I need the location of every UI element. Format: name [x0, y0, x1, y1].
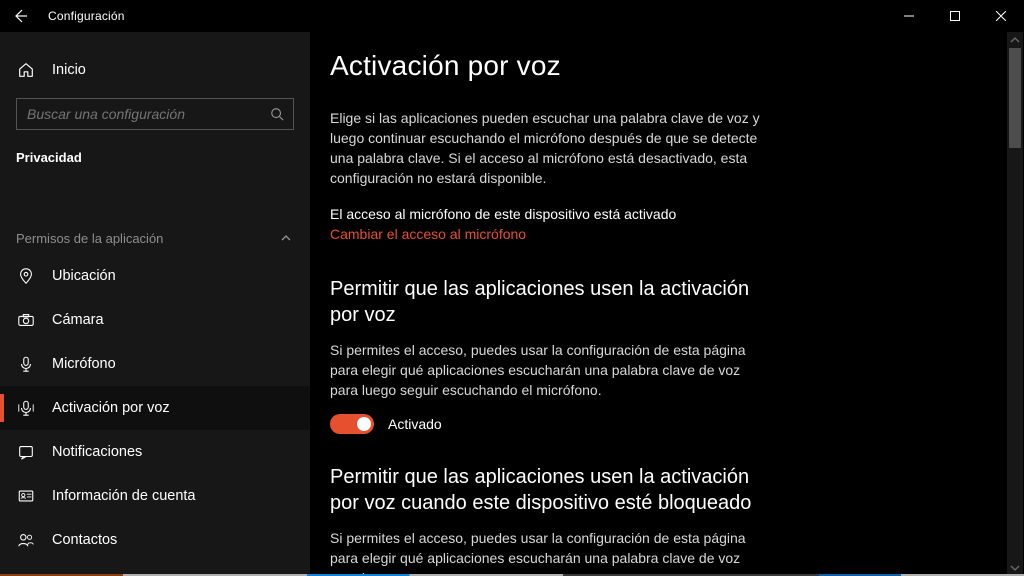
contacts-icon — [16, 530, 36, 550]
sidebar-item-label: Notificaciones — [52, 444, 142, 460]
settings-window: Configuración Inicio — [0, 0, 1024, 576]
search-icon — [269, 106, 285, 122]
close-icon — [996, 11, 1006, 21]
section-heading: Permitir que las aplicaciones usen la ac… — [330, 276, 770, 328]
sidebar-subsection[interactable]: Permisos de la aplicación — [0, 221, 310, 254]
sidebar-item-label: Ubicación — [52, 268, 116, 284]
chevron-up-icon — [280, 232, 294, 246]
sidebar-item-microfono[interactable]: Micrófono — [0, 342, 310, 386]
titlebar: Configuración — [0, 0, 1024, 32]
page-title: Activación por voz — [330, 50, 1024, 82]
minimize-icon — [904, 11, 914, 21]
toggle-state-label: Activado — [388, 416, 442, 432]
search-input[interactable] — [27, 106, 269, 122]
intro-text: Elige si las aplicaciones pueden escucha… — [330, 108, 760, 188]
home-label: Inicio — [52, 62, 86, 78]
close-button[interactable] — [978, 0, 1024, 32]
mic-status-text: El acceso al micrófono de este dispositi… — [330, 206, 1024, 222]
sidebar-subsection-label: Permisos de la aplicación — [16, 231, 163, 246]
back-button[interactable] — [10, 6, 30, 26]
microphone-icon — [16, 354, 36, 374]
section-allow-voice-activation: Permitir que las aplicaciones usen la ac… — [330, 276, 1024, 434]
chevron-up-icon — [1010, 35, 1020, 45]
sidebar-section-label: Privacidad — [0, 144, 310, 177]
toggle-knob — [357, 417, 371, 431]
sidebar-item-ubicacion[interactable]: Ubicación — [0, 254, 310, 298]
section-heading: Permitir que las aplicaciones usen la ac… — [330, 464, 770, 516]
window-title: Configuración — [48, 9, 125, 23]
sidebar-item-activacion-voz[interactable]: Activación por voz — [0, 386, 310, 430]
home-nav[interactable]: Inicio — [0, 52, 310, 92]
sidebar-item-label: Información de cuenta — [52, 488, 195, 504]
sidebar-item-contactos[interactable]: Contactos — [0, 518, 310, 562]
change-mic-access-link[interactable]: Cambiar el acceso al micrófono — [330, 226, 526, 242]
sidebar-item-info-cuenta[interactable]: Información de cuenta — [0, 474, 310, 518]
arrow-left-icon — [12, 8, 28, 24]
camera-icon — [16, 310, 36, 330]
sidebar-item-label: Micrófono — [52, 356, 116, 372]
maximize-button[interactable] — [932, 0, 978, 32]
sidebar-item-label: Activación por voz — [52, 400, 170, 416]
window-controls — [886, 0, 1024, 32]
sidebar-nav: Ubicación Cámara Micrófono — [0, 254, 310, 562]
content-scroll[interactable]: Activación por voz Elige si las aplicaci… — [310, 32, 1024, 576]
section-allow-voice-activation-locked: Permitir que las aplicaciones usen la ac… — [330, 464, 1024, 576]
scroll-thumb[interactable] — [1009, 48, 1021, 148]
location-icon — [16, 266, 36, 286]
sidebar-item-notificaciones[interactable]: Notificaciones — [0, 430, 310, 474]
sidebar-item-camara[interactable]: Cámara — [0, 298, 310, 342]
section-desc: Si permites el acceso, puedes usar la co… — [330, 340, 760, 400]
maximize-icon — [950, 11, 960, 21]
sidebar-item-label: Contactos — [52, 532, 117, 548]
voice-activation-icon — [16, 398, 36, 418]
sidebar-item-label: Cámara — [52, 312, 104, 328]
allow-voice-activation-toggle[interactable] — [330, 414, 374, 434]
chevron-down-icon — [1010, 563, 1020, 573]
content-area: Activación por voz Elige si las aplicaci… — [310, 32, 1024, 576]
vertical-scrollbar[interactable] — [1007, 32, 1023, 576]
sidebar: Inicio Privacidad Permisos de la aplicac… — [0, 32, 310, 576]
home-icon — [16, 60, 36, 80]
scroll-up-button[interactable] — [1007, 32, 1023, 48]
account-info-icon — [16, 486, 36, 506]
notifications-icon — [16, 442, 36, 462]
minimize-button[interactable] — [886, 0, 932, 32]
section-desc: Si permites el acceso, puedes usar la co… — [330, 528, 760, 576]
search-box[interactable] — [16, 98, 294, 130]
